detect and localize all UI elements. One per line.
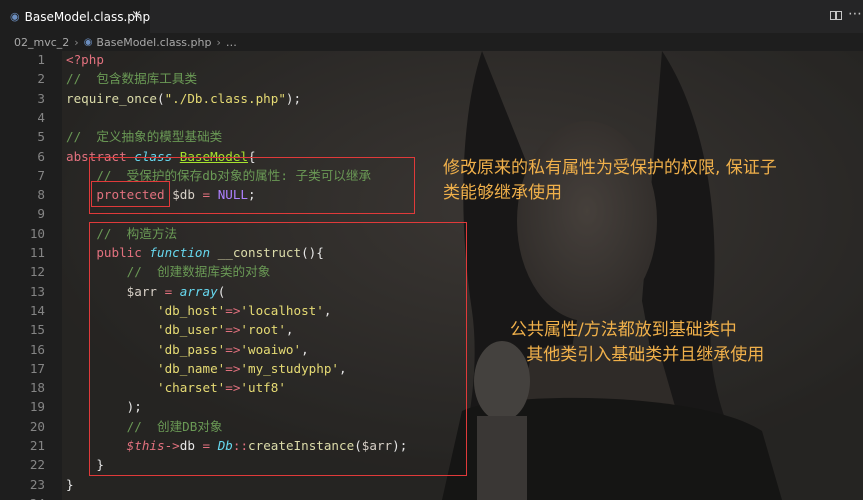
line-code: } (66, 475, 74, 494)
code-line[interactable]: 24 (0, 494, 863, 500)
line-code: <?php (66, 51, 104, 69)
php-file-icon: ◉ (83, 36, 93, 48)
line-number: 17 (29, 360, 45, 376)
code-token: // 包含数据库工具类 (66, 71, 198, 87)
line-number: 24 (0, 494, 45, 500)
line-number: 21 (29, 438, 45, 453)
line-number: 14 (29, 302, 45, 318)
protected-annotation: 修改原来的私有属性为受保护的权限, 保证子 类能够继承使用 (443, 158, 777, 203)
protected-keyword-highlight (91, 181, 170, 207)
split-editor-icon[interactable] (830, 11, 842, 20)
code-token: "./Db.class.php" (164, 90, 286, 106)
breadcrumb-folder[interactable]: 02_mvc_2 (14, 36, 69, 49)
tab-basemodel[interactable]: ◉ BaseModel.class.php × (0, 0, 150, 33)
line-number: 3 (37, 90, 45, 106)
line-number: 13 (29, 283, 45, 299)
code-token: <?php (66, 52, 104, 67)
code-line[interactable]: 23} (0, 475, 863, 494)
line-number: 11 (29, 245, 45, 260)
close-icon[interactable]: × (131, 8, 142, 23)
code-line[interactable]: 2 // 包含数据库工具类 (0, 69, 863, 88)
code-line[interactable]: 3 require_once("./Db.class.php"); (0, 89, 863, 108)
breadcrumb-file[interactable]: BaseModel.class.php (96, 36, 211, 49)
line-code: require_once("./Db.class.php"); (66, 89, 301, 108)
code-token: } (66, 476, 74, 492)
line-number: 16 (29, 341, 45, 357)
code-editor[interactable]: 1 <?php 2 // 包含数据库工具类 3 require_once("./Db.cl… (0, 51, 863, 500)
line-number: 22 (29, 457, 45, 473)
line-code: // 定义抽象的模型基础类 (66, 127, 222, 146)
line-number: 6 (37, 148, 45, 164)
php-file-icon: ◉ (10, 10, 20, 23)
breadcrumb-separator: › (74, 35, 79, 49)
code-line[interactable]: 5 // 定义抽象的模型基础类 (0, 127, 863, 146)
tab-bar: ◉ BaseModel.class.php × ⋯ (0, 0, 863, 33)
line-number: 5 (37, 129, 45, 145)
line-number: 10 (29, 225, 45, 241)
base-class-annotation: 公共属性/方法都放到基础类中 其他类引入基础类并且继承使用 (510, 320, 765, 365)
line-code: // 包含数据库工具类 (66, 69, 197, 88)
line-number: 20 (29, 418, 45, 434)
code-line[interactable]: 1 <?php (0, 51, 863, 69)
line-number: 7 (37, 167, 45, 183)
line-number: 2 (37, 71, 45, 87)
line-number: 18 (29, 380, 45, 396)
line-number: 23 (29, 476, 45, 492)
code-token: ( (157, 90, 165, 106)
breadcrumb: 02_mvc_2 › ◉ BaseModel.class.php › … (0, 33, 863, 51)
line-number: 12 (29, 264, 45, 280)
line-number: 1 (37, 52, 45, 67)
code-token: ); (285, 90, 302, 106)
more-actions-icon[interactable]: ⋯ (848, 6, 862, 22)
line-number: 8 (37, 187, 45, 203)
line-number: 15 (29, 322, 45, 338)
line-number: 9 (37, 206, 45, 222)
constructor-highlight (89, 222, 467, 476)
breadcrumb-tail[interactable]: … (226, 36, 237, 49)
breadcrumb-separator: › (216, 35, 221, 49)
code-token: // 定义抽象的模型基础类 (66, 129, 223, 145)
code-line[interactable]: 4 (0, 108, 863, 127)
line-number: 4 (37, 109, 45, 125)
code-token: require_once (66, 90, 157, 106)
line-number: 19 (29, 399, 45, 415)
